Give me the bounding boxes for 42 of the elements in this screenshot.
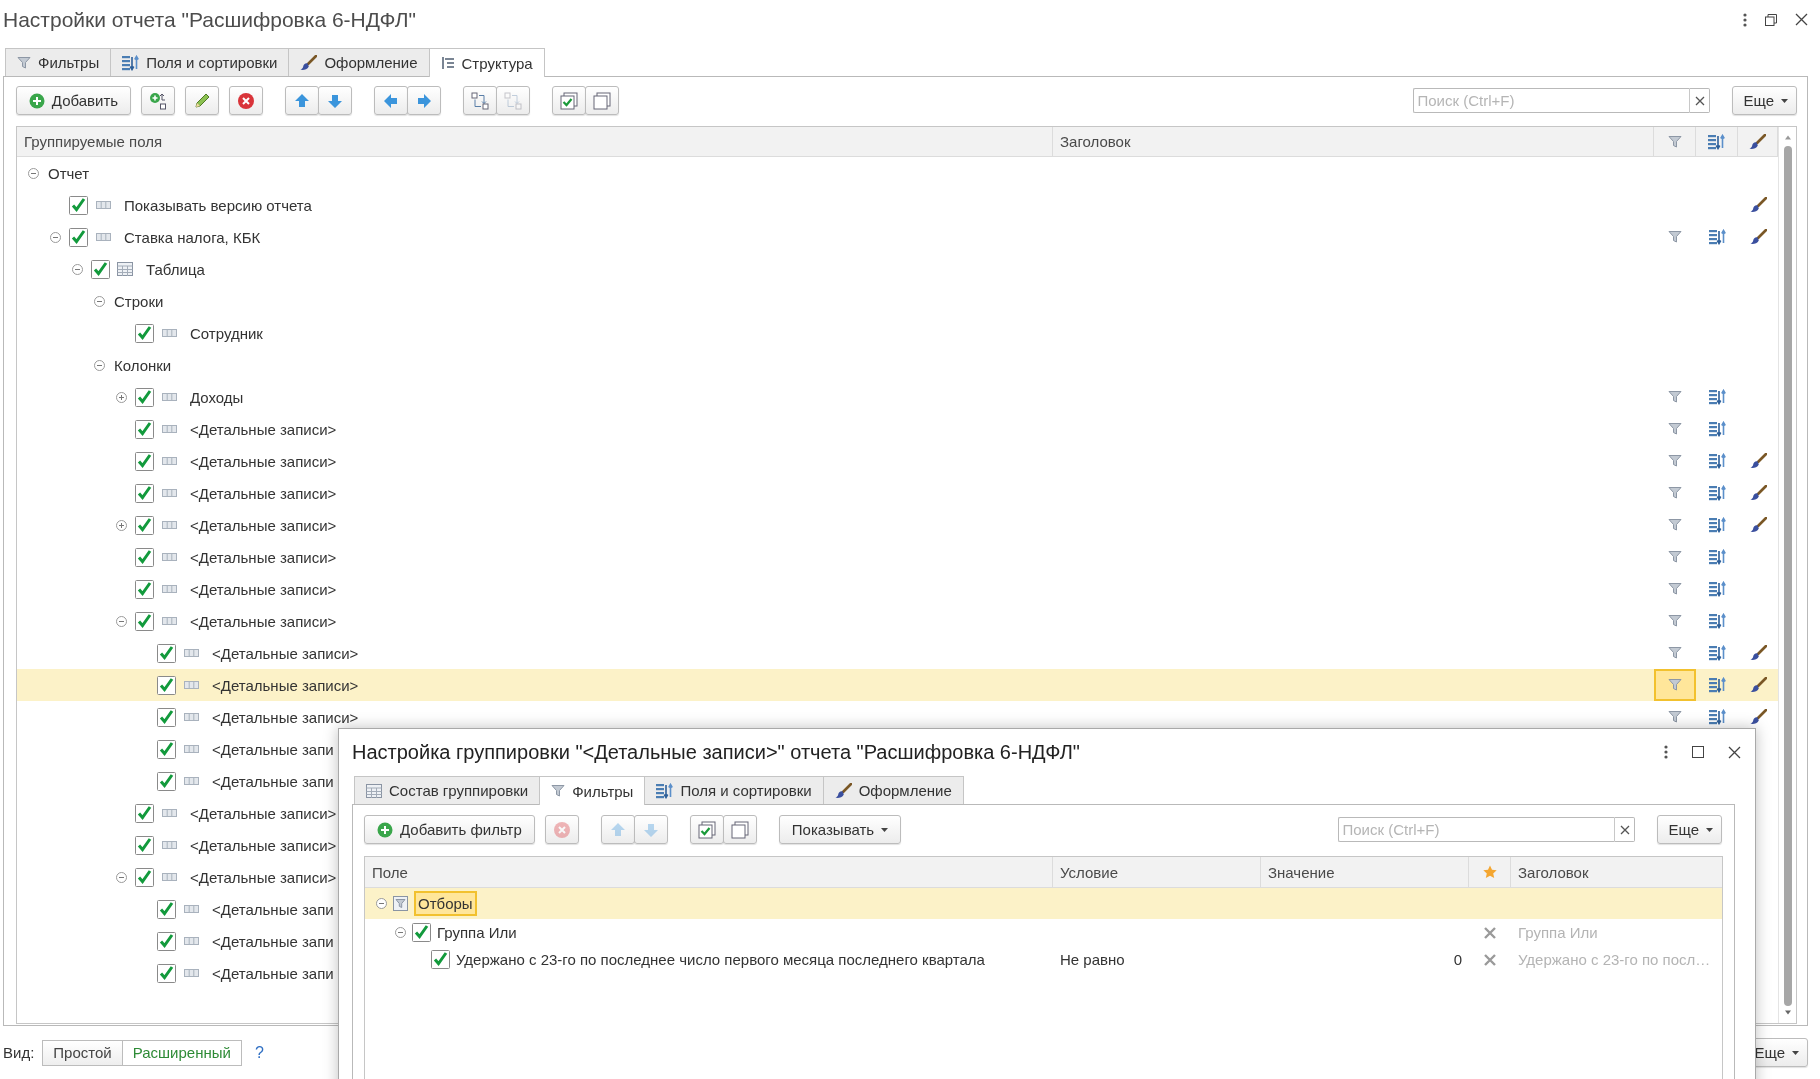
- tree-item-label: <Детальные записи>: [190, 548, 337, 566]
- tree-item-label: Строки: [114, 292, 164, 310]
- filter-value: 0: [1453, 951, 1462, 968]
- column-header: Заголовок: [1518, 863, 1589, 881]
- column-header: Условие: [1060, 863, 1118, 881]
- column-header: Значение: [1268, 863, 1335, 881]
- tree-item-label: Ставка налога, КБК: [124, 228, 261, 246]
- tree-item-label: <Детальные записи>: [190, 580, 337, 598]
- tree-item-label: <Детальные записи>: [212, 676, 359, 694]
- dialog-title: Настройка группировки "<Детальные записи>" отчета "Расшифровка 6-НДФЛ": [352, 740, 1080, 764]
- tree-item-label: <Детальные записи>: [190, 836, 337, 854]
- tree-item-label: Доходы: [190, 388, 244, 406]
- tree-item-label: <Детальные записи>: [190, 420, 337, 438]
- tree-item-label: <Детальные запи: [212, 740, 334, 758]
- filter-title: Удержано с 23-го по посл…: [1518, 951, 1711, 968]
- filter-field-label: Отборы: [414, 891, 477, 916]
- tree-item-label: <Детальные записи>: [190, 868, 337, 886]
- tree-item-label: <Детальные записи>: [190, 452, 337, 470]
- filter-title: Группа Или: [1518, 924, 1598, 941]
- tree-item-label: Показывать версию отчета: [124, 196, 312, 214]
- tree-item-label: <Детальные запи: [212, 772, 334, 790]
- tree-item-label: <Детальные записи>: [212, 708, 359, 726]
- tree-item-label: <Детальные записи>: [190, 516, 337, 534]
- filter-field-label: Удержано с 23-го по последнее число первого месяца последнего квартала: [456, 951, 985, 968]
- tree-item-label: <Детальные запи: [212, 964, 334, 982]
- tree-item-label: <Детальные записи>: [190, 484, 337, 502]
- tree-item-label: Отчет: [48, 164, 90, 182]
- condition-value: Не равно: [1060, 951, 1125, 968]
- tree-item-label: Сотрудник: [190, 324, 263, 342]
- tree-item-label: <Детальные записи>: [190, 612, 337, 630]
- view-label: Вид:: [3, 1044, 35, 1062]
- tree-item-label: Колонки: [114, 356, 172, 374]
- tree-item-label: <Детальные записи>: [190, 804, 337, 822]
- column-header: Группируемые поля: [24, 133, 163, 151]
- tree-item-label: <Детальные запи: [212, 900, 334, 918]
- tree-item-label: <Детальные запи: [212, 932, 334, 950]
- window-title: Настройки отчета "Расшифровка 6-НДФЛ": [3, 7, 417, 33]
- column-header: Поле: [372, 863, 408, 881]
- filter-field-label: Группа Или: [437, 924, 517, 941]
- column-header: Заголовок: [1060, 133, 1131, 151]
- tree-item-label: <Детальные записи>: [212, 644, 359, 662]
- tree-item-label: Таблица: [146, 260, 205, 278]
